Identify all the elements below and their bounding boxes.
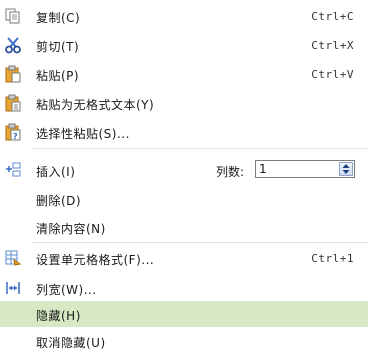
copy-icon bbox=[4, 7, 22, 25]
shortcut-label: Ctrl+V bbox=[311, 68, 354, 81]
column-count-label: 列数: bbox=[216, 165, 245, 179]
menu-item-delete[interactable]: 删除(D) bbox=[0, 186, 368, 212]
paste-text-icon bbox=[4, 94, 22, 112]
menu-item-label: 取消隐藏(U) bbox=[36, 336, 106, 350]
menu-item-label: 隐藏(H) bbox=[36, 309, 81, 323]
menu-item-label: 删除(D) bbox=[36, 194, 82, 208]
column-count-value[interactable]: 1 bbox=[259, 162, 267, 176]
svg-text:?: ? bbox=[13, 132, 18, 141]
format-cells-icon bbox=[4, 249, 22, 267]
menu-item-label: 设置单元格格式(F)... bbox=[36, 253, 155, 267]
menu-item-hide[interactable]: 隐藏(H) bbox=[0, 301, 368, 327]
menu-item-label: 复制(C) bbox=[36, 11, 81, 25]
menu-item-paste-plain-text[interactable]: 粘贴为无格式文本(Y) bbox=[0, 90, 368, 116]
column-count-stepper[interactable]: 1 bbox=[255, 160, 355, 178]
shortcut-label: Ctrl+1 bbox=[311, 252, 354, 265]
menu-item-paste-special[interactable]: ? 选择性粘贴(S)... bbox=[0, 119, 368, 145]
paste-icon bbox=[4, 65, 22, 83]
menu-item-copy[interactable]: 复制(C) Ctrl+C bbox=[0, 3, 368, 29]
menu-separator bbox=[32, 148, 368, 149]
menu-separator bbox=[32, 242, 368, 243]
menu-item-insert[interactable]: 插入(I) 列数: 1 bbox=[0, 157, 368, 183]
shortcut-label: Ctrl+C bbox=[311, 10, 354, 23]
context-menu: 复制(C) Ctrl+C 剪切(T) Ctrl+X 粘贴(P) Ctrl+V 粘… bbox=[0, 0, 368, 357]
menu-item-paste[interactable]: 粘贴(P) Ctrl+V bbox=[0, 61, 368, 87]
menu-item-cut[interactable]: 剪切(T) Ctrl+X bbox=[0, 32, 368, 58]
scissors-icon bbox=[4, 36, 22, 54]
menu-item-format-cells[interactable]: 设置单元格格式(F)... Ctrl+1 bbox=[0, 245, 368, 271]
spin-arrows-icon[interactable] bbox=[339, 162, 353, 176]
menu-item-column-width[interactable]: 列宽(W)... bbox=[0, 275, 368, 301]
insert-icon bbox=[4, 161, 22, 179]
menu-item-label: 列宽(W)... bbox=[36, 283, 97, 297]
menu-item-unhide[interactable]: 取消隐藏(U) bbox=[0, 328, 368, 354]
shortcut-label: Ctrl+X bbox=[311, 39, 354, 52]
column-width-icon bbox=[4, 279, 22, 297]
menu-item-label: 选择性粘贴(S)... bbox=[36, 127, 130, 141]
menu-item-clear-content[interactable]: 清除内容(N) bbox=[0, 214, 368, 240]
menu-item-label: 粘贴为无格式文本(Y) bbox=[36, 98, 155, 112]
menu-item-label: 插入(I) bbox=[36, 165, 76, 179]
menu-item-label: 粘贴(P) bbox=[36, 69, 80, 83]
menu-item-label: 清除内容(N) bbox=[36, 222, 106, 236]
paste-special-icon: ? bbox=[4, 123, 22, 141]
menu-item-label: 剪切(T) bbox=[36, 40, 80, 54]
